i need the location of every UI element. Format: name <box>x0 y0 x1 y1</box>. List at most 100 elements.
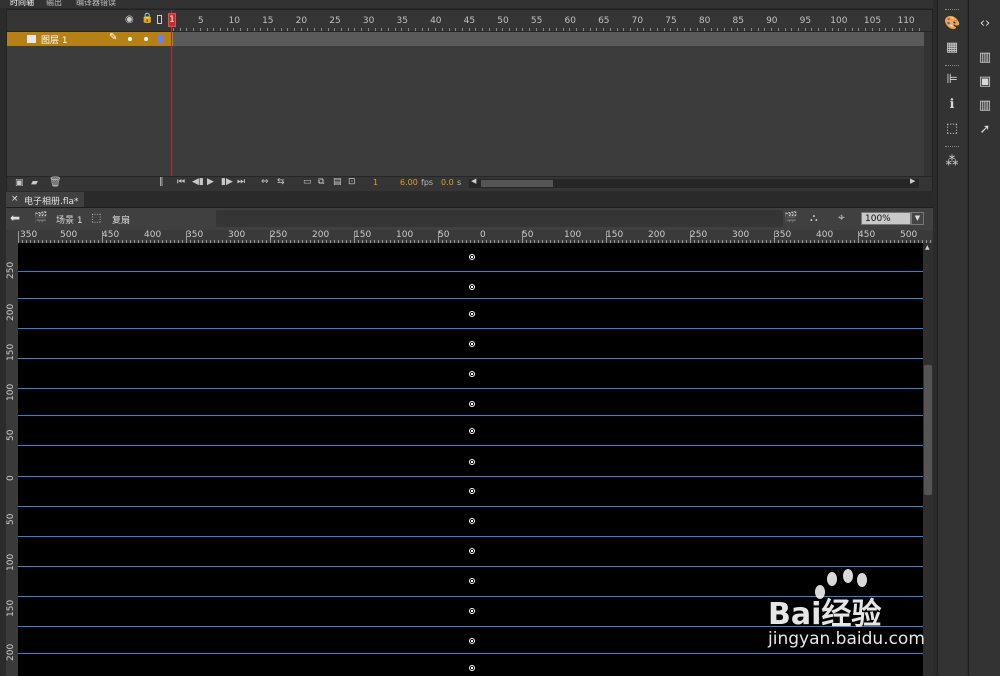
frame-number[interactable]: 30 <box>363 16 374 26</box>
dock-grip[interactable] <box>945 65 959 68</box>
swatches-icon[interactable]: ▦ <box>944 40 960 56</box>
registration-point[interactable] <box>469 341 475 347</box>
registration-point[interactable] <box>469 548 475 554</box>
guide-line[interactable] <box>18 298 923 299</box>
symbol-breadcrumb[interactable]: 复扇 <box>112 213 130 226</box>
registration-point[interactable] <box>469 371 475 377</box>
code-snippets-icon[interactable]: ▥ <box>977 98 993 114</box>
play-icon[interactable]: ▶ <box>207 177 214 187</box>
frame-number[interactable]: 95 <box>800 16 811 26</box>
frame-number[interactable]: 45 <box>464 16 475 26</box>
components-icon[interactable]: ⁂ <box>944 154 960 170</box>
frame-number[interactable]: 50 <box>497 16 508 26</box>
frame-number[interactable]: 85 <box>732 16 743 26</box>
info-icon[interactable]: ℹ <box>944 97 960 113</box>
close-tab-icon[interactable]: × <box>11 194 19 204</box>
guide-line[interactable] <box>18 271 923 272</box>
frame-number[interactable]: 105 <box>864 16 881 26</box>
step-forward-icon[interactable]: ▮▶ <box>221 177 233 187</box>
frame-number[interactable]: 70 <box>632 16 643 26</box>
step-back-icon[interactable]: ◀▮ <box>192 177 204 187</box>
frame-number[interactable]: 25 <box>329 16 340 26</box>
registration-point[interactable] <box>469 638 475 644</box>
frame-number[interactable]: 35 <box>396 16 407 26</box>
edit-symbols-icon[interactable]: ⛬ <box>810 211 818 225</box>
loop-icon[interactable]: ⇆ <box>277 177 285 187</box>
frame-number[interactable]: 75 <box>665 16 676 26</box>
frame-number[interactable]: 65 <box>598 16 609 26</box>
guide-line[interactable] <box>18 506 923 507</box>
fps-readout[interactable]: 6.00 <box>400 178 418 187</box>
tab-output[interactable]: 输出 <box>46 0 62 8</box>
tab-timeline[interactable]: 时间轴 <box>10 0 34 8</box>
zoom-input[interactable]: 100% <box>861 212 911 225</box>
new-folder-icon[interactable]: ▰ <box>31 178 38 188</box>
layer-frames[interactable] <box>173 32 924 46</box>
lock-icon[interactable]: 🔒 <box>141 13 153 24</box>
frame-number[interactable]: 55 <box>531 16 542 26</box>
first-frame-icon[interactable]: ⏮ <box>177 177 185 187</box>
dock-grip[interactable] <box>945 146 959 149</box>
zoom-dropdown-icon[interactable]: ▼ <box>911 212 924 225</box>
registration-point[interactable] <box>469 488 475 494</box>
pencil-icon[interactable]: ✎ <box>109 32 117 43</box>
center-stage-icon[interactable]: ⌖ <box>838 210 845 225</box>
outline-color-box[interactable] <box>158 35 163 43</box>
scroll-up-icon[interactable]: ▲ <box>925 244 930 251</box>
frame-number[interactable]: 90 <box>766 16 777 26</box>
edit-multiple-icon[interactable]: ▤ <box>333 177 342 187</box>
expand-panels-icon[interactable]: ‹› <box>977 16 993 32</box>
registration-point[interactable] <box>469 428 475 434</box>
playhead[interactable]: 1 <box>168 13 176 27</box>
frame-number[interactable]: 110 <box>897 16 914 26</box>
transform-icon[interactable]: ⬚ <box>944 121 960 137</box>
guide-line[interactable] <box>18 388 923 389</box>
library-icon[interactable]: ▥ <box>977 50 993 66</box>
guide-line[interactable] <box>18 415 923 416</box>
scroll-thumb[interactable] <box>481 180 553 187</box>
registration-point[interactable] <box>469 311 475 317</box>
scroll-left-icon[interactable]: ◀ <box>471 177 476 185</box>
scene-breadcrumb[interactable]: 场景 1 <box>56 213 83 226</box>
visible-dot[interactable] <box>128 37 132 41</box>
timeline-vertical-scrollbar[interactable] <box>924 32 932 176</box>
center-frame-icon[interactable]: ⇔ <box>261 177 269 187</box>
frame-number[interactable]: 20 <box>296 16 307 26</box>
elapsed-readout[interactable]: 0.0 <box>441 178 454 187</box>
guide-line[interactable] <box>18 328 923 329</box>
registration-point[interactable] <box>469 254 475 260</box>
frame-number[interactable]: 80 <box>699 16 710 26</box>
delete-icon[interactable]: 🗑 <box>49 177 62 188</box>
onion-markers-icon[interactable]: ⊡ <box>348 177 356 187</box>
document-tab-label[interactable]: 电子相册.fla* <box>24 194 79 207</box>
last-frame-icon[interactable]: ⏭ <box>237 177 245 187</box>
frame-number[interactable]: 5 <box>198 16 204 26</box>
guide-line[interactable] <box>18 445 923 446</box>
document-tab[interactable]: × 电子相册.fla* <box>6 192 84 207</box>
panel-splitter-icon[interactable]: ‖ <box>159 177 164 187</box>
onion-outline-icon[interactable]: ⧉ <box>318 177 324 187</box>
outline-icon[interactable] <box>157 15 162 24</box>
frame-number[interactable]: 100 <box>830 16 847 26</box>
motion-presets-icon[interactable]: ▣ <box>977 74 993 90</box>
guide-line[interactable] <box>18 476 923 477</box>
registration-point[interactable] <box>469 665 475 671</box>
registration-point[interactable] <box>469 608 475 614</box>
frame-ruler[interactable]: 1510152025303540455055606570758085909510… <box>167 10 924 31</box>
registration-point[interactable] <box>469 518 475 524</box>
guide-line[interactable] <box>18 358 923 359</box>
frame-number[interactable]: 60 <box>564 16 575 26</box>
back-arrow-icon[interactable]: ⬅ <box>10 211 20 225</box>
color-palette-icon[interactable]: 🎨 <box>944 16 960 32</box>
export-icon[interactable]: ➚ <box>977 122 993 138</box>
new-layer-icon[interactable]: ▣ <box>15 178 24 188</box>
guide-line[interactable] <box>18 536 923 537</box>
frame-number[interactable]: 40 <box>430 16 441 26</box>
registration-point[interactable] <box>469 401 475 407</box>
lock-dot[interactable] <box>144 37 148 41</box>
edit-scene-icon[interactable]: 🎬 <box>784 211 798 224</box>
dock-grip[interactable] <box>945 9 959 12</box>
frame-number[interactable]: 15 <box>262 16 273 26</box>
frame-number[interactable]: 10 <box>228 16 239 26</box>
current-frame-readout[interactable]: 1 <box>373 178 378 187</box>
